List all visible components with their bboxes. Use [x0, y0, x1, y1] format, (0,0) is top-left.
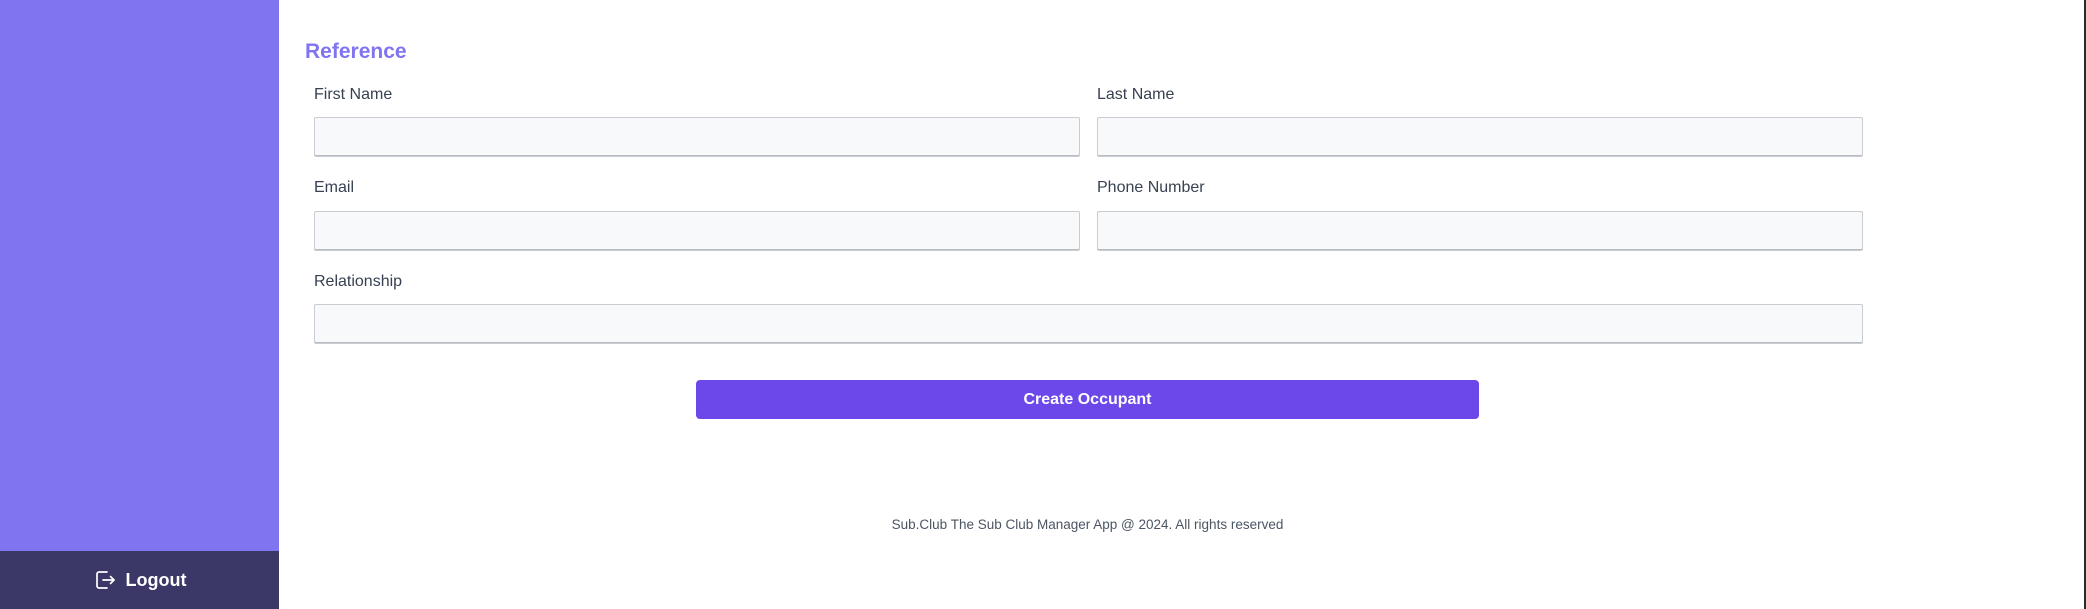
last-name-label: Last Name	[1097, 86, 1175, 103]
phone-number-input[interactable]	[1097, 211, 1863, 251]
relationship-label: Relationship	[314, 273, 403, 290]
email-label: Email	[314, 179, 355, 196]
logout-label: Logout	[125, 569, 187, 590]
footer-text: Sub.Club The Sub Club Manager App @ 2024…	[891, 517, 1284, 532]
last-name-input[interactable]	[1097, 117, 1863, 157]
first-name-input[interactable]	[314, 117, 1080, 157]
relationship-input[interactable]	[314, 304, 1863, 344]
first-name-label: First Name	[314, 86, 393, 103]
create-occupant-button[interactable]: Create Occupant	[696, 380, 1479, 419]
section-title: Reference	[305, 40, 407, 63]
email-input[interactable]	[314, 211, 1080, 251]
logout-button[interactable]: Logout	[0, 551, 279, 609]
phone-number-label: Phone Number	[1097, 179, 1205, 196]
logout-icon	[93, 568, 117, 592]
main-content: Reference First Name Last Name Email Pho…	[279, 0, 2084, 609]
sidebar: Logout	[0, 0, 279, 609]
